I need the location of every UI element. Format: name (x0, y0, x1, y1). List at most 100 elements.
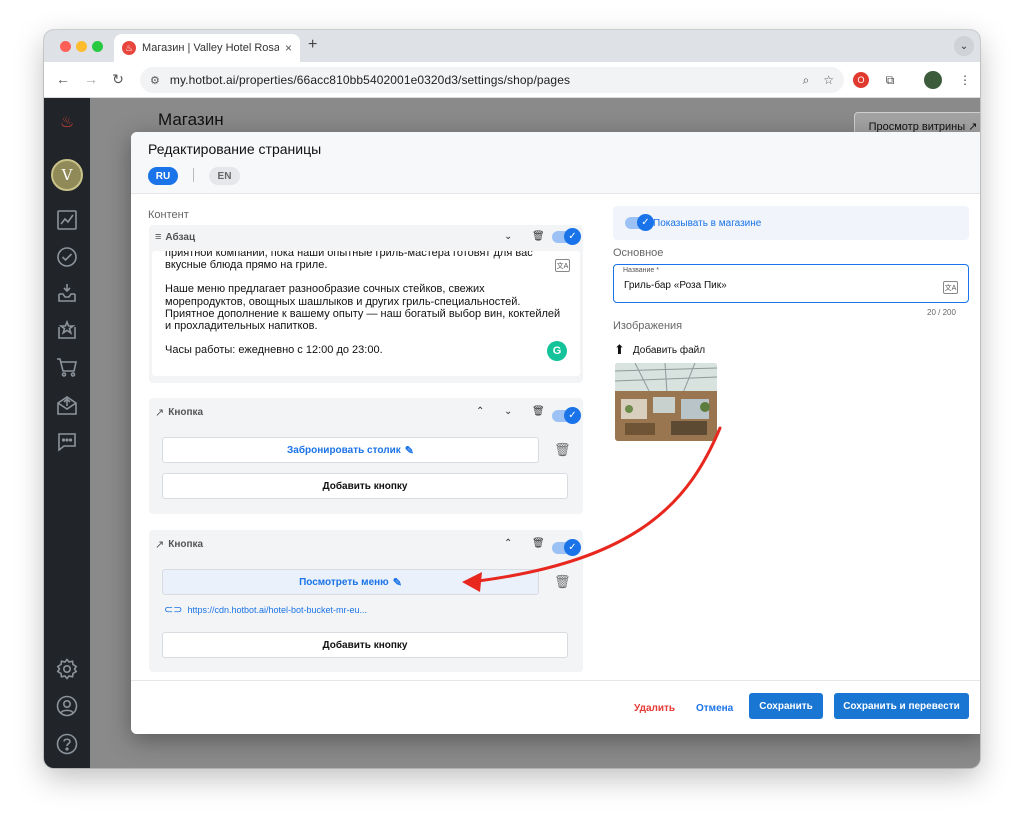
add-button-button[interactable]: Добавить кнопку (162, 473, 568, 499)
images-section-label: Изображения (613, 320, 683, 332)
paragraph-block: ≡ Абзац ⌄ 🗑 ✓ приятной компании, пока на… (149, 225, 583, 383)
character-counter: 20 / 200 (927, 308, 956, 317)
external-link-icon: ↗ (155, 407, 165, 419)
paragraph-text[interactable]: приятной компании, пока наши опытные гри… (165, 251, 565, 368)
browser-menu-icon[interactable]: ⋮ (956, 71, 974, 89)
sidebar: ♨ V (44, 98, 90, 768)
paragraph-line: Наше меню предлагает разнообразие сочных… (165, 283, 561, 333)
mail-upload-icon[interactable] (55, 393, 79, 417)
button-label: Забронировать столик (287, 444, 401, 456)
check-icon: ✓ (564, 539, 581, 556)
adblock-extension-icon[interactable]: O (853, 72, 869, 88)
help-icon[interactable] (55, 732, 79, 756)
translate-icon[interactable]: 文A (943, 281, 958, 294)
collapse-down-icon[interactable]: ⌄ (504, 231, 512, 242)
button-block: ↗ Кнопка ⌃ ⌄ 🗑 ✓ Забронировать столик ✎ … (149, 398, 583, 514)
tab-title: Магазин | Valley Hotel Rosa K (142, 42, 279, 54)
close-window-button[interactable] (60, 41, 71, 52)
name-field-label: Название * (623, 267, 659, 274)
block-visibility-toggle[interactable]: ✓ (552, 407, 581, 424)
url-text[interactable]: my.hotbot.ai/properties/66acc810bb540200… (170, 73, 789, 87)
button-link-row[interactable]: ⊂⊃ https://cdn.hotbot.ai/hotel-bot-bucke… (164, 603, 367, 616)
name-input[interactable]: Название * Гриль-бар «Роза Пик» 文A (613, 264, 969, 303)
browser-tab[interactable]: ♨ Магазин | Valley Hotel Rosa K × (114, 34, 300, 62)
zoom-icon[interactable]: ⌕ (803, 73, 810, 88)
minimize-window-button[interactable] (76, 41, 87, 52)
paragraph-line: Часы работы: ежедневно с 12:00 до 23:00. (165, 344, 383, 357)
reload-icon[interactable]: ↻ (109, 71, 127, 88)
show-in-shop-toggle[interactable]: ✓ (625, 214, 654, 231)
dialog-header: Редактирование страницы RU EN (131, 132, 980, 194)
delete-button-icon[interactable]: 🗑 (554, 574, 571, 590)
back-icon[interactable]: ← (54, 71, 72, 87)
show-in-shop-row: ✓ Показывать в магазине (613, 206, 969, 240)
main-content-background: Магазин Просмотр витрины ↗ Редактировани… (90, 98, 980, 768)
move-down-icon[interactable]: ⌄ (504, 406, 512, 417)
browser-window: ♨ Магазин | Valley Hotel Rosa K × + ⌄ ← … (44, 30, 980, 768)
paragraph-lines-icon: ≡ (155, 231, 162, 243)
inbox-icon[interactable] (55, 281, 79, 305)
delete-block-icon[interactable]: 🗑 (532, 231, 545, 242)
check-icon: ✓ (637, 214, 654, 231)
cancel-button[interactable]: Отмена (696, 703, 733, 714)
check-icon: ✓ (564, 228, 581, 245)
language-divider (193, 168, 194, 182)
button-link-url[interactable]: https://cdn.hotbot.ai/hotel-bot-bucket-m… (187, 605, 367, 615)
analytics-icon[interactable] (55, 208, 79, 232)
close-tab-icon[interactable]: × (285, 41, 292, 55)
move-up-icon[interactable]: ⌃ (476, 406, 484, 417)
bookmark-star-icon[interactable]: ☆ (823, 73, 834, 87)
add-button-button[interactable]: Добавить кнопку (162, 632, 568, 658)
pencil-icon[interactable]: ✎ (405, 444, 414, 457)
reviews-star-icon[interactable] (55, 318, 79, 342)
tab-bar: ♨ Магазин | Valley Hotel Rosa K × + ⌄ (44, 30, 980, 62)
block-header: ↗ Кнопка (155, 406, 203, 419)
language-tab-ru[interactable]: RU (148, 167, 178, 185)
hotbot-logo-icon[interactable]: ♨ (55, 110, 79, 134)
forward-icon[interactable]: → (82, 71, 100, 87)
site-settings-icon[interactable]: ⚙ (150, 74, 160, 87)
button-label-field[interactable]: Забронировать столик ✎ (162, 437, 539, 463)
chat-icon[interactable] (55, 430, 79, 454)
grammarly-icon[interactable]: G (547, 341, 567, 361)
tab-search-chevron-icon[interactable]: ⌄ (954, 36, 974, 56)
delete-block-icon[interactable]: 🗑 (532, 538, 545, 549)
button-label: Посмотреть меню (299, 576, 389, 588)
pencil-icon[interactable]: ✎ (393, 576, 402, 589)
content-section-label: Контент (148, 209, 189, 221)
shop-cart-icon[interactable] (55, 355, 79, 379)
paragraph-editor[interactable]: приятной компании, пока наши опытные гри… (152, 251, 580, 376)
property-avatar[interactable]: V (51, 159, 83, 191)
delete-button[interactable]: Удалить (634, 703, 675, 714)
user-account-icon[interactable] (55, 694, 79, 718)
delete-button-icon[interactable]: 🗑 (554, 442, 571, 458)
tasks-check-icon[interactable] (55, 245, 79, 269)
block-header: ≡ Абзац (155, 231, 195, 243)
extensions-puzzle-icon[interactable]: ⧉ (881, 71, 899, 89)
settings-gear-icon[interactable] (55, 657, 79, 681)
delete-block-icon[interactable]: 🗑 (532, 406, 545, 417)
page-title: Магазин (158, 110, 224, 129)
add-file-label: Добавить файл (632, 344, 706, 356)
new-tab-button[interactable]: + (308, 36, 317, 54)
name-field-value[interactable]: Гриль-бар «Роза Пик» (624, 280, 727, 291)
upload-icon: ⬆ (614, 342, 625, 357)
save-and-translate-button[interactable]: Сохранить и перевести (834, 693, 969, 719)
maximize-window-button[interactable] (92, 41, 103, 52)
flame-icon: ♨ (122, 41, 136, 55)
navigation-bar: ← → ↻ ⚙ my.hotbot.ai/properties/66acc810… (44, 62, 980, 98)
block-visibility-toggle[interactable]: ✓ (552, 539, 581, 556)
profile-avatar[interactable] (924, 71, 942, 89)
basic-section-label: Основное (613, 247, 664, 259)
dialog-title: Редактирование страницы (148, 141, 322, 157)
move-up-icon[interactable]: ⌃ (504, 538, 512, 549)
show-in-shop-label[interactable]: Показывать в магазине (653, 218, 761, 229)
save-button[interactable]: Сохранить (749, 693, 823, 719)
block-visibility-toggle[interactable]: ✓ (552, 228, 581, 245)
address-bar[interactable]: ⚙ my.hotbot.ai/properties/66acc810bb5402… (140, 67, 844, 93)
restaurant-image-thumbnail[interactable] (615, 363, 717, 441)
button-label-field[interactable]: Посмотреть меню ✎ (162, 569, 539, 595)
language-tab-en[interactable]: EN (209, 167, 240, 185)
add-file-button[interactable]: ⬆ Добавить файл (614, 342, 705, 358)
translate-icon[interactable]: 文A (555, 259, 570, 272)
